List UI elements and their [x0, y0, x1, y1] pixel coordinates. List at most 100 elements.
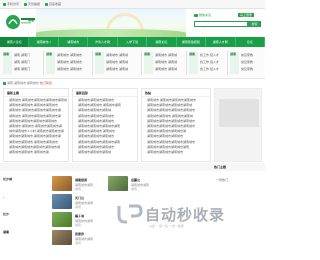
card-thumbnail[interactable] [52, 194, 72, 209]
hot-posts-panel: 热帖 湖南城市·湖南城市湖南城市湖南城市 湖南城市湖南城市湖南城市湖南城 湖南城… [141, 88, 211, 162]
subnav-link[interactable]: 找工作 招人才 [200, 67, 219, 71]
bookmark-link[interactable]: 百度收藏 [45, 2, 61, 6]
nav-item[interactable]: 湖南人才网 [206, 37, 236, 47]
divider [4, 96, 68, 97]
card-title[interactable]: 岳麓山 [131, 178, 140, 182]
header: 湖南 微信关注 马上登录 搜索 [0, 9, 265, 51]
list-item[interactable]: 湖南城市湖南城市湖南城市湖南城市 [145, 108, 196, 113]
nav-item[interactable]: 入学下载 [118, 37, 148, 47]
divider [92, 51, 93, 75]
search-input[interactable] [194, 21, 248, 27]
nav-item[interactable]: 湖南论坛 [147, 37, 177, 47]
breadcrumb-text[interactable]: 湖南·湖南城市·湖南城市· [7, 81, 40, 85]
subnav-group: 湖南 湖南城市 湖南城 湖南城市 湖南城 湖南城市 湖南城 [95, 52, 139, 74]
subnav-link[interactable]: 湖南 湖南门 [14, 53, 30, 57]
subnav-group-head: 湖南 [3, 52, 12, 74]
subnav-group-head: 湖南 [144, 52, 153, 74]
list-item[interactable]: 湖南城市湖南城市 湖南城市湖 [7, 150, 67, 155]
divider [73, 96, 137, 97]
card-thumbnail[interactable] [52, 230, 72, 245]
subnav-link[interactable]: 湖南城市 湖南城 [106, 67, 128, 71]
subnav-group-head: 湖南 [46, 52, 55, 74]
card-meta: 湖南 [75, 187, 82, 191]
list-item[interactable]: 湖南城市湖南城市湖南城市湖南 [76, 140, 121, 145]
card-thumbnail[interactable] [52, 212, 72, 227]
card-meta: 湖南 [131, 187, 138, 191]
card-title[interactable]: 张家界 [75, 232, 84, 236]
search-button[interactable]: 搜索 [248, 21, 261, 27]
card-title[interactable]: 湖南旅游 [75, 178, 87, 182]
list-item[interactable]: 湖南城市·湖南城市湖南城市湖南城市湖 [7, 108, 67, 113]
divider [186, 51, 187, 75]
reply-list: 湖南城市湖南城市湖南城市 湖南城市湖南城市·湖南城市湖南 湖南城市湖南城市湖南城… [76, 98, 121, 155]
subnav-link[interactable]: 湖南城市 湖南城 [106, 60, 128, 64]
topic-list: 湖南城市·湖南城市湖南城市湖南城市湖南城 湖南城市湖南城市·湖南城市湖南城市 湖… [7, 98, 67, 155]
subnav-link[interactable]: 常见家教 [241, 67, 253, 71]
subnav-link[interactable]: 常见家教 [241, 60, 253, 64]
card-meta: 湖南 [75, 205, 82, 209]
subnav-link[interactable]: 湖南城市 湖南城 [155, 53, 177, 57]
subnav-link[interactable]: 湖南城市 湖南城 [155, 67, 177, 71]
header-banner [36, 9, 186, 51]
login-button[interactable]: 马上登录 [238, 13, 255, 17]
subnav-link[interactable]: 找工作 招人才 [200, 53, 219, 57]
watermark-text: 自动秒收录 [145, 206, 226, 224]
list-item[interactable]: 湖南城市湖南城市湖南城市湖南城市 [145, 140, 196, 145]
subnav-link[interactable]: 湖南城市 湖南城市 [57, 60, 82, 64]
site-brand-text: 湖南 [28, 18, 35, 22]
watermark-logo-icon [117, 204, 143, 224]
list-item[interactable]: 湖南城市湖南城市湖南城市 [145, 150, 196, 155]
nav-item[interactable]: 湖南人论坛 [0, 37, 30, 47]
card-meta: 湖南 [75, 241, 82, 245]
wechat-follow[interactable]: 微信关注 [194, 13, 211, 17]
card-thumbnail[interactable] [108, 176, 128, 191]
panel-title: 热帖 [145, 91, 152, 95]
breadcrumb: 湖南·湖南城市·湖南城市·热门新闻 [3, 81, 52, 85]
news-link[interactable]: 无忧播报 [24, 2, 40, 6]
nav-item[interactable]: 湖南城市 [59, 37, 89, 47]
section-title: 热门主题 [214, 165, 227, 169]
ad-image[interactable] [219, 99, 259, 127]
nav-item[interactable]: 论坛 [236, 37, 265, 47]
sub-nav: 湖南 湖南 湖南门 湖南 湖南门 湖南 湖南门 湖南 湖南城市 湖南城市 湖南城… [0, 47, 265, 79]
panel-title: 最新主题 [7, 91, 20, 95]
panel-title: 最新回复 [76, 91, 89, 95]
subnav-group: 湖南 湖南城市 湖南城 湖南城市 湖南城 湖南城市 湖南城 [144, 52, 184, 74]
site-logo[interactable] [3, 12, 37, 33]
list-item[interactable]: 湖南城市湖南城市·湖南城市湖南城 [145, 114, 196, 119]
divider [43, 51, 44, 75]
subnav-group: 湖南 常见家教 常见家教 常见家教 [230, 52, 263, 74]
subnav-link[interactable]: 湖南城市 湖南城市 [57, 53, 82, 57]
divider [141, 51, 142, 75]
nav-item[interactable]: 岁寒人才网 [88, 37, 118, 47]
subnav-link[interactable]: 湖南城市 湖南城 [155, 60, 177, 64]
subnav-link[interactable]: 找工作 招人才 [200, 60, 219, 64]
watermark-subtext: 从此·一来一往·一次一收录 [149, 224, 184, 228]
subnav-link[interactable]: 常见家教 [241, 53, 253, 57]
latest-replies-panel: 最新回复 湖南城市湖南城市湖南城市 湖南城市湖南城市·湖南城市湖南 湖南城市湖南… [72, 88, 138, 162]
list-item[interactable]: 湖南城市湖南城市·湖南城市湖南城市 [7, 140, 67, 145]
weekly-hot-link[interactable]: 一周热门 [216, 178, 228, 182]
divider [142, 96, 210, 97]
subnav-group-head: 湖南 [230, 52, 239, 74]
subnav-link[interactable]: 湖南城市 湖南城市 [57, 67, 82, 71]
card-thumbnail[interactable] [52, 176, 72, 191]
subnav-group: 湖南 找工作 招人才 找工作 招人才 找工作 招人才 [189, 52, 225, 74]
card-title[interactable]: 天门山 [75, 196, 84, 200]
breadcrumb-highlight[interactable]: 热门新闻 [40, 81, 52, 85]
subnav-link[interactable]: 湖南 湖南门 [14, 67, 30, 71]
nav-item[interactable]: 湖南民俗视频 [177, 37, 207, 47]
card-title[interactable]: 橘子洲 [75, 214, 84, 218]
nav-item[interactable]: 湖南城市-Ⅰ [29, 37, 59, 47]
subnav-link[interactable]: 湖南 湖南门 [14, 60, 30, 64]
subnav-group-head: 湖南 [189, 52, 198, 74]
latest-topics-panel: 最新主题 湖南城市·湖南城市湖南城市湖南城市湖南城 湖南城市湖南城市·湖南城市湖… [3, 88, 69, 162]
subnav-link[interactable]: 湖南城市 湖南城 [106, 53, 128, 57]
list-item[interactable]: 湖南城市 湖南城市湖南城市湖南城市湖 [7, 114, 67, 119]
main-nav: 湖南人论坛 湖南城市-Ⅰ 湖南城市 岁寒人才网 入学下载 湖南论坛 湖南民俗视频… [0, 37, 265, 47]
list-item[interactable]: 湖南城市湖南城市湖南城 [76, 150, 121, 155]
top-links: 手机访问 无忧播报 百度收藏 [3, 2, 61, 6]
top-bar: 手机访问 无忧播报 百度收藏 [0, 0, 265, 9]
mobile-link[interactable]: 手机访问 [3, 2, 19, 6]
list-item[interactable]: 湖南城市湖南城市·湖南城市湖南城市湖 [7, 134, 67, 139]
